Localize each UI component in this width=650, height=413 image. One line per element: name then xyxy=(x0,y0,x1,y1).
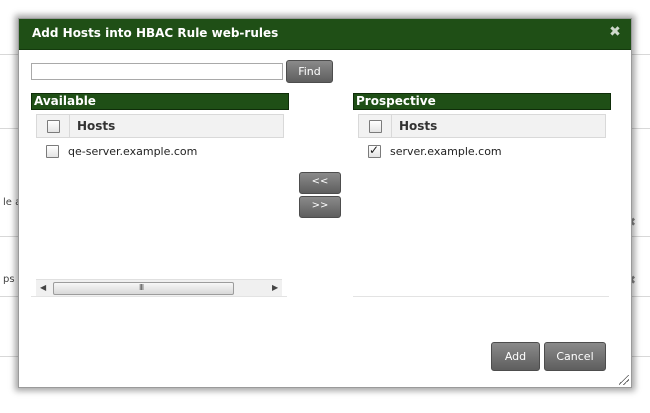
select-all-cell xyxy=(37,115,70,137)
move-right-button[interactable]: >> xyxy=(299,196,341,218)
prospective-list: Hosts server.example.com xyxy=(353,110,609,319)
panel-divider xyxy=(31,296,287,297)
list-item[interactable]: server.example.com xyxy=(358,142,604,162)
prospective-column-header: Hosts xyxy=(358,114,606,138)
list-item[interactable]: qe-server.example.com xyxy=(36,142,282,162)
add-hosts-dialog: Add Hosts into HBAC Rule web-rules ✖ Fin… xyxy=(18,18,632,388)
available-panel: Available Hosts qe-server.example.com ◀ … xyxy=(31,93,289,319)
available-select-all-checkbox[interactable] xyxy=(47,120,60,133)
filter-input[interactable] xyxy=(31,63,283,80)
host-name: qe-server.example.com xyxy=(68,145,198,158)
prospective-panel: Prospective Hosts server.example.com xyxy=(353,93,611,319)
available-column-header: Hosts xyxy=(36,114,284,138)
horizontal-scrollbar[interactable]: ◀ III ▶ xyxy=(36,279,282,296)
find-button[interactable]: Find xyxy=(286,60,333,83)
resize-grip-icon[interactable] xyxy=(619,375,629,385)
background-text: ps xyxy=(3,274,15,285)
row-checkbox[interactable] xyxy=(368,143,381,158)
panel-divider xyxy=(353,296,609,297)
dialog-titlebar[interactable]: Add Hosts into HBAC Rule web-rules ✖ xyxy=(19,19,631,50)
cancel-button[interactable]: Cancel xyxy=(544,342,606,371)
dialog-title: Add Hosts into HBAC Rule web-rules xyxy=(32,26,279,40)
row-checkbox[interactable] xyxy=(46,145,59,158)
add-button[interactable]: Add xyxy=(491,342,540,371)
prospective-hosts-column-label: Hosts xyxy=(399,119,438,133)
scroll-left-icon[interactable]: ◀ xyxy=(40,283,46,292)
prospective-select-all-checkbox[interactable] xyxy=(369,120,382,133)
scroll-right-icon[interactable]: ▶ xyxy=(272,283,278,292)
move-left-button[interactable]: << xyxy=(299,172,341,194)
close-icon[interactable]: ✖ xyxy=(608,25,622,39)
available-header: Available xyxy=(31,93,289,110)
available-hosts-column-label: Hosts xyxy=(77,119,116,133)
host-name: server.example.com xyxy=(390,145,502,158)
select-all-cell xyxy=(359,115,392,137)
scrollbar-thumb[interactable]: III xyxy=(53,282,234,295)
prospective-header: Prospective xyxy=(353,93,611,110)
scrollbar-grip: III xyxy=(139,283,144,292)
available-list: Hosts qe-server.example.com ◀ III ▶ xyxy=(31,110,287,319)
